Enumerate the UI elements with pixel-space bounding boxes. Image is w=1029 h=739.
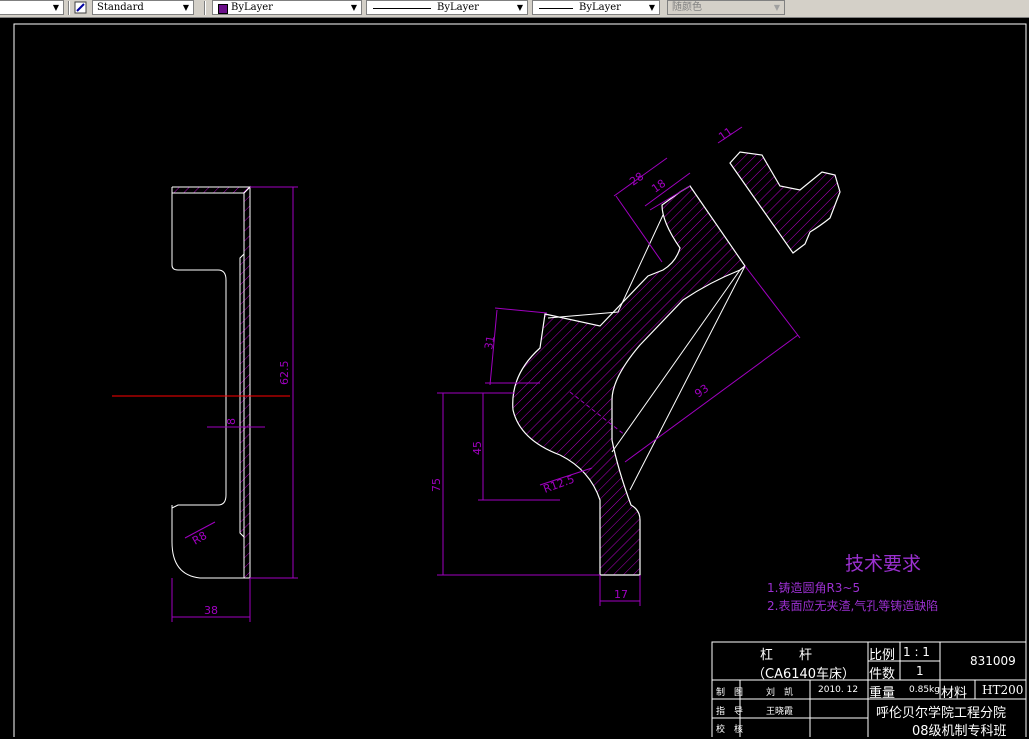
color-value: ByLayer: [231, 2, 273, 13]
guide-by: 王晓霞: [766, 707, 794, 717]
dim-radius-left: R8: [190, 529, 209, 548]
plot-style-value: 随颜色: [672, 2, 702, 13]
text-style-value: Standard: [97, 2, 144, 13]
chevron-down-icon: ▼: [648, 3, 656, 12]
plot-style-combo: 随颜色 ▼: [667, 0, 785, 15]
dim-small-8: 8: [225, 418, 238, 425]
notes-heading: 技术要求: [845, 553, 921, 575]
drawing-number: 831009: [970, 654, 1016, 668]
lineweight-combo[interactable]: ByLayer ▼: [532, 0, 660, 15]
dim-top-18: 18: [649, 177, 668, 196]
dim-top-28: 28: [627, 170, 646, 189]
notes-line1: 1.铸造圆角R3~5: [767, 580, 860, 595]
drawing-canvas[interactable]: 62.5 38 8 R8 28 18 11 31 93 45 75 R12.5 …: [0, 18, 1029, 739]
drawn-label: 制 图: [716, 688, 744, 698]
machine-name: （CA6140车床）: [752, 667, 856, 682]
color-swatch: [218, 4, 228, 14]
qty-label: 件数: [869, 667, 896, 682]
dim-17: 17: [614, 588, 628, 601]
toolbar-separator: [68, 1, 70, 15]
scale-label: 比例: [869, 648, 896, 663]
material-value: HT200: [982, 683, 1024, 697]
lineweight-value: ByLayer: [579, 2, 621, 13]
linetype-combo[interactable]: ByLayer ▼: [366, 0, 528, 15]
text-style-icon[interactable]: [73, 0, 89, 15]
weight-label: 重量: [869, 686, 896, 701]
check-label: 校 核: [716, 725, 744, 735]
dim-height-total: 62.5: [278, 361, 291, 386]
dim-width-left: 38: [204, 604, 218, 617]
chevron-down-icon: ▼: [350, 3, 358, 12]
dim-31: 31: [482, 334, 497, 350]
linetype-value: ByLayer: [437, 2, 479, 13]
dim-93: 93: [692, 382, 711, 401]
chevron-down-icon: ▼: [182, 3, 190, 12]
drawing-svg: 62.5 38 8 R8 28 18 11 31 93 45 75 R12.5 …: [13, 23, 1027, 737]
dimension-texts: 62.5 38 8 R8 28 18 11 31 93 45 75 R12.5 …: [190, 125, 735, 617]
tech-notes: 技术要求 1.铸造圆角R3~5 2.表面应无夹渣,气孔等铸造缺陷: [767, 553, 938, 613]
notes-line2: 2.表面应无夹渣,气孔等铸造缺陷: [767, 598, 938, 613]
lineweight-sample: [539, 8, 573, 9]
chevron-down-icon: ▼: [773, 3, 781, 12]
dim-r12: R12.5: [542, 473, 577, 496]
material-label: 材料: [941, 686, 968, 701]
scale-value: 1 : 1: [903, 645, 930, 659]
text-style-combo[interactable]: Standard ▼: [92, 0, 194, 15]
color-combo[interactable]: ByLayer ▼: [212, 0, 362, 15]
drawn-by: 刘 凯: [766, 688, 794, 698]
linetype-sample: [373, 8, 431, 9]
dim-75: 75: [430, 478, 443, 492]
properties-toolbar: ▼ Standard ▼ ByLayer ▼ ByLayer ▼ ByLayer…: [0, 0, 1029, 18]
toolbar-separator: [204, 1, 206, 15]
dim-45: 45: [471, 441, 484, 455]
dim-top-11: 11: [716, 125, 735, 144]
qty-value: 1: [916, 664, 924, 678]
chevron-down-icon: ▼: [52, 3, 60, 12]
dim-style-combo[interactable]: ▼: [0, 0, 64, 15]
part-name: 杠 杆: [760, 648, 813, 663]
chevron-down-icon: ▼: [516, 3, 524, 12]
front-view: [437, 126, 841, 606]
school-name: 呼伦贝尔学院工程分院: [876, 706, 1007, 721]
class-name: 08级机制专科班: [912, 724, 1007, 739]
guide-label: 指 导: [716, 707, 744, 717]
side-view: [112, 185, 298, 622]
weight-value: 0.85kg: [909, 685, 940, 695]
drawn-date: 2010. 12: [818, 685, 859, 695]
